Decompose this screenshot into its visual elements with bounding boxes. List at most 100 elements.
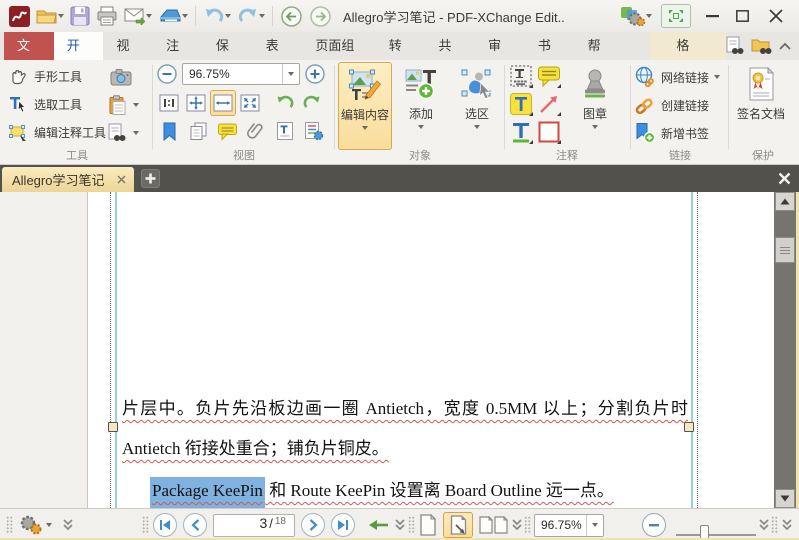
close-button[interactable] xyxy=(757,3,795,29)
ribbon-redo-button[interactable] xyxy=(299,90,325,116)
tab-help[interactable]: 帮助 xyxy=(575,32,625,81)
scrollbar-thumb[interactable] xyxy=(775,237,795,263)
thumbnails-pane-button[interactable] xyxy=(185,118,211,144)
typewriter-tool-button[interactable] xyxy=(508,63,534,89)
document-tab-active[interactable]: Allegro学习笔记 xyxy=(2,167,134,192)
find-button[interactable] xyxy=(106,120,141,146)
vertical-scrollbar[interactable] xyxy=(774,192,796,508)
close-document-button[interactable] xyxy=(778,172,791,185)
ribbon-group-protect: 签名文档 保护 xyxy=(730,60,796,164)
attachments-pane-button[interactable] xyxy=(243,118,269,144)
minimize-button[interactable] xyxy=(697,3,727,29)
fit-visible-button[interactable] xyxy=(183,90,209,116)
ribbon-zoom-combobox[interactable]: 96.75% xyxy=(182,63,300,85)
textbox-border-right xyxy=(691,192,693,508)
page-left-edge xyxy=(0,192,88,508)
sticky-note-tool-button[interactable] xyxy=(536,63,562,89)
content-pane-button[interactable] xyxy=(272,118,298,144)
tab-share[interactable]: 共享 xyxy=(425,32,475,81)
add-object-button[interactable]: 添加 xyxy=(394,62,448,150)
tab-file[interactable]: 文件 xyxy=(4,32,54,81)
tab-home[interactable]: 开始 xyxy=(53,32,104,81)
zoom-out-button[interactable] xyxy=(156,63,178,85)
new-document-tab-button[interactable] xyxy=(141,169,160,188)
fullscreen-button[interactable] xyxy=(661,4,691,28)
document-tab-close-icon[interactable] xyxy=(115,175,128,184)
next-page-button[interactable] xyxy=(301,513,325,537)
edit-comment-tool-button[interactable]: 编辑注释工具 xyxy=(6,119,108,145)
tab-view[interactable]: 视图 xyxy=(103,32,153,81)
tab-organize[interactable]: 页面组织 xyxy=(302,32,375,81)
tab-protect[interactable]: 保护 xyxy=(203,32,253,81)
zoom-actual-size-button[interactable] xyxy=(156,90,182,116)
paste-button[interactable] xyxy=(106,92,141,118)
tab-convert[interactable]: 转换 xyxy=(376,32,426,81)
search-icon[interactable] xyxy=(751,36,773,56)
view-history-expand-icon[interactable] xyxy=(394,513,406,537)
status-options-button[interactable] xyxy=(16,513,52,537)
fit-page-button[interactable] xyxy=(237,90,263,116)
expand-panel-icon[interactable] xyxy=(62,513,74,537)
status-zoom-out-button[interactable] xyxy=(642,513,666,537)
save-button[interactable] xyxy=(67,3,93,29)
document-view: 片层中。负片先沿板边画一圈 Antietch，宽度 0.5MM 以上；分割负片时… xyxy=(0,192,799,508)
previous-page-button[interactable] xyxy=(183,513,207,537)
page-number-field[interactable]: 3 / 18 xyxy=(213,513,295,537)
scroll-down-button[interactable] xyxy=(775,489,795,508)
rectangle-tool-button[interactable] xyxy=(536,119,562,145)
sign-document-button[interactable]: 签名文档 xyxy=(730,60,792,148)
layout-expand-icon[interactable] xyxy=(511,513,523,537)
previous-view-button[interactable] xyxy=(368,513,390,537)
fit-width-button[interactable] xyxy=(210,90,236,116)
select-tool-icon xyxy=(10,97,26,113)
zoom-in-button[interactable] xyxy=(304,63,326,85)
statusbar-overflow-icon[interactable] xyxy=(781,513,793,537)
redo-button[interactable] xyxy=(234,3,268,29)
tab-review[interactable]: 审阅 xyxy=(475,32,525,81)
zoom-dropdown-icon[interactable] xyxy=(282,64,299,84)
snapshot-button[interactable] xyxy=(108,64,134,90)
back-view-button[interactable] xyxy=(277,3,306,29)
undo-button[interactable] xyxy=(200,3,234,29)
arrow-tool-button[interactable] xyxy=(536,91,562,117)
tab-form[interactable]: 表单 xyxy=(253,32,303,81)
two-page-layout-button[interactable] xyxy=(479,513,509,537)
first-page-button[interactable] xyxy=(153,513,177,537)
web-link-button[interactable]: 网络链接 xyxy=(634,63,721,91)
email-button[interactable] xyxy=(121,3,155,29)
underline-text-tool-button[interactable] xyxy=(508,119,534,145)
bookmarks-pane-button[interactable] xyxy=(156,118,182,144)
select-tool-button[interactable]: 选取工具 xyxy=(6,91,84,117)
collapse-ribbon-icon[interactable] xyxy=(779,42,791,50)
add-bookmark-button[interactable]: 新增书签 xyxy=(634,119,709,147)
stamp-button[interactable]: 图章 xyxy=(566,62,624,150)
hand-tool-button[interactable]: 手形工具 xyxy=(6,63,84,89)
edit-content-button[interactable]: 编辑内容 xyxy=(338,62,392,150)
tab-bookmarks[interactable]: 书签 xyxy=(525,32,575,81)
maximize-button[interactable] xyxy=(727,3,757,29)
ribbon-undo-button[interactable] xyxy=(272,90,298,116)
forward-view-button[interactable] xyxy=(306,3,335,29)
properties-pane-button[interactable] xyxy=(301,118,327,144)
open-button[interactable] xyxy=(33,3,67,29)
last-page-button[interactable] xyxy=(331,513,355,537)
scroll-up-button[interactable] xyxy=(775,192,795,211)
textbox-handle-left[interactable] xyxy=(108,422,118,432)
ribbon-group-links: 网络链接 创建链接 新增书签 链接 xyxy=(634,60,726,164)
single-page-layout-button[interactable] xyxy=(419,513,436,537)
find-icon[interactable] xyxy=(726,36,745,56)
select-objects-button[interactable]: 选区 xyxy=(450,62,504,150)
tab-format[interactable]: 格式 xyxy=(650,32,727,81)
textbox-handle-right[interactable] xyxy=(684,422,694,432)
textbox-guide-right xyxy=(697,192,698,508)
launch-applications-button[interactable] xyxy=(617,3,655,29)
highlight-text-tool-button[interactable] xyxy=(508,91,534,117)
zoom-expand-icon[interactable] xyxy=(758,513,770,537)
fit-width-layout-button[interactable] xyxy=(443,512,473,538)
tab-comment[interactable]: 注释 xyxy=(153,32,203,81)
status-zoom-combobox[interactable]: 96.75% xyxy=(534,513,604,537)
scan-button[interactable] xyxy=(155,3,191,29)
comments-pane-button[interactable] xyxy=(214,118,240,144)
create-link-button[interactable]: 创建链接 xyxy=(634,91,709,119)
print-button[interactable] xyxy=(93,3,121,29)
